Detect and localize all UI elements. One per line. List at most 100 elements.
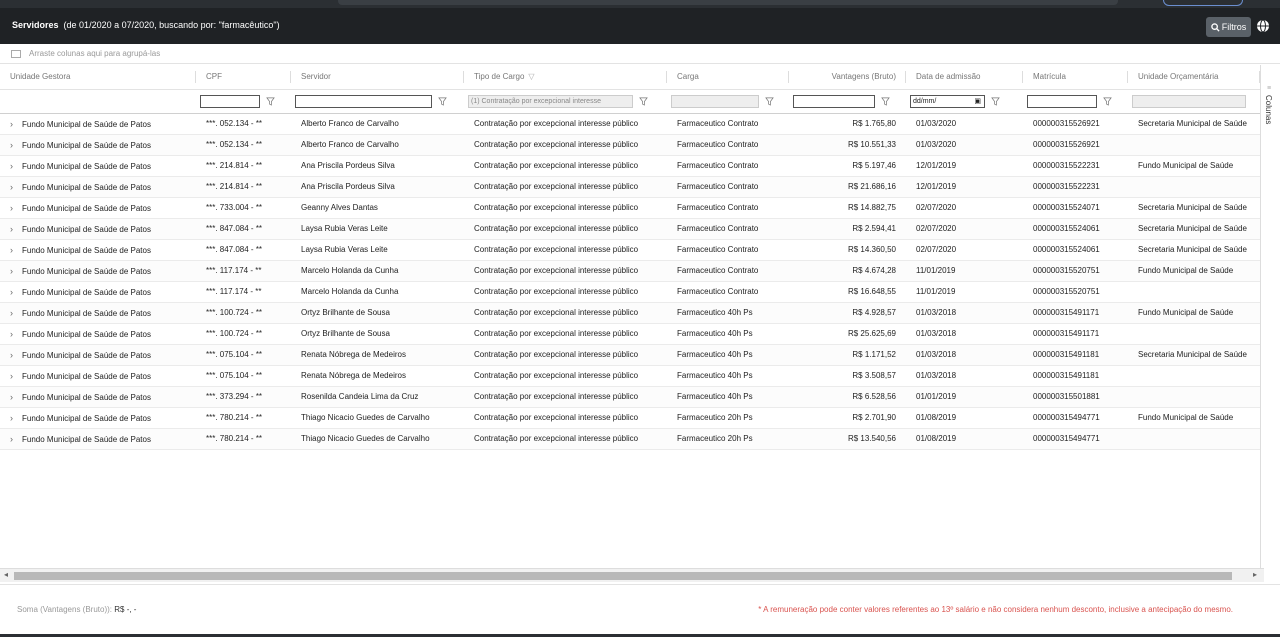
funnel-icon[interactable] <box>1103 97 1112 106</box>
funnel-icon[interactable] <box>266 97 275 106</box>
table-cell: ***. 100.724 - ** <box>196 302 291 324</box>
browser-top-strip <box>0 0 1280 8</box>
funnel-icon[interactable] <box>991 97 1000 106</box>
filter-input-cpf[interactable] <box>200 94 260 108</box>
column-header[interactable]: Data de admissão <box>906 65 1023 90</box>
calendar-icon[interactable]: ▣ <box>974 96 981 107</box>
chevron-right-icon[interactable]: › <box>10 413 22 423</box>
column-header[interactable]: Matrícula <box>1023 65 1128 90</box>
table-row[interactable]: › Fundo Municipal de Saúde de Patos ***. 1… <box>0 260 1260 282</box>
chevron-right-icon[interactable]: › <box>10 329 22 339</box>
table-cell: Fundo Municipal de Saúde <box>1128 260 1260 282</box>
funnel-icon[interactable]: ▽ <box>528 72 534 81</box>
chevron-right-icon[interactable]: › <box>10 161 22 171</box>
table-row[interactable]: › Fundo Municipal de Saúde de Patos ***. 1… <box>0 281 1260 303</box>
chevron-right-icon[interactable]: › <box>10 434 22 444</box>
table-cell: 11/01/2019 <box>906 281 1023 303</box>
table-cell: Contratação por excepcional interesse pú… <box>464 155 667 177</box>
page-header: Servidores (de 01/2020 a 07/2020, buscan… <box>0 8 1280 44</box>
table-cell: 000000315491181 <box>1023 365 1128 387</box>
table-cell: Farmaceutico 40h Ps <box>667 386 789 408</box>
funnel-icon[interactable] <box>881 97 890 106</box>
column-header[interactable]: Carga <box>667 65 789 90</box>
browser-search-bar[interactable] <box>338 0 1118 5</box>
scroll-left-icon[interactable]: ◂ <box>4 570 8 579</box>
table-cell: Laysa Rubia Veras Leite <box>291 218 464 240</box>
table-row[interactable]: › Fundo Municipal de Saúde de Patos ***. 0… <box>0 113 1260 135</box>
chevron-right-icon[interactable]: › <box>10 245 22 255</box>
table-row[interactable]: › Fundo Municipal de Saúde de Patos ***. 3… <box>0 386 1260 408</box>
filter-input-matricula[interactable] <box>1027 94 1097 108</box>
table-cell: › Fundo Municipal de Saúde de Patos <box>0 386 196 408</box>
column-header[interactable]: Unidade Gestora <box>0 65 196 90</box>
chevron-right-icon[interactable]: › <box>10 287 22 297</box>
table-row[interactable]: › Fundo Municipal de Saúde de Patos ***. 2… <box>0 176 1260 198</box>
chevron-right-icon[interactable]: › <box>10 224 22 234</box>
table-row[interactable]: › Fundo Municipal de Saúde de Patos ***. 0… <box>0 344 1260 366</box>
table-row[interactable]: › Fundo Municipal de Saúde de Patos ***. 7… <box>0 407 1260 429</box>
filter-input-vantagens[interactable] <box>793 94 875 108</box>
filter-input-servidor[interactable] <box>295 94 432 108</box>
column-header[interactable]: Vantagens (Bruto) <box>789 65 906 90</box>
chevron-right-icon[interactable]: › <box>10 371 22 381</box>
filter-row: (1) Contratação por excepcional interess… <box>0 89 1260 114</box>
chevron-right-icon[interactable]: › <box>10 308 22 318</box>
table-cell: 000000315526921 <box>1023 113 1128 135</box>
filter-select-carga[interactable] <box>671 94 759 108</box>
chevron-right-icon[interactable]: › <box>10 182 22 192</box>
table-cell: R$ 14.882,75 <box>789 197 906 219</box>
chevron-right-icon[interactable]: › <box>10 140 22 150</box>
table-cell: R$ 1.171,52 <box>789 344 906 366</box>
table-cell: Laysa Rubia Veras Leite <box>291 239 464 261</box>
group-drop-zone[interactable]: Arraste colunas aqui para agrupá-las <box>0 44 1280 64</box>
table-cell: 12/01/2019 <box>906 176 1023 198</box>
table-cell: Farmaceutico Contrato <box>667 176 789 198</box>
table-cell: 11/01/2019 <box>906 260 1023 282</box>
column-header[interactable]: Unidade Orçamentária <box>1128 65 1260 90</box>
filter-select-unidade-orcamentaria[interactable] <box>1132 94 1246 108</box>
table-cell: 01/03/2020 <box>906 113 1023 135</box>
table-cell: Farmaceutico 40h Ps <box>667 302 789 324</box>
table-row[interactable]: › Fundo Municipal de Saúde de Patos ***. 1… <box>0 323 1260 345</box>
table-cell: R$ 16.648,55 <box>789 281 906 303</box>
column-header[interactable]: Tipo de Cargo ▽ <box>464 65 667 90</box>
filter-select-tipo-de-cargo[interactable]: (1) Contratação por excepcional interess… <box>468 94 633 108</box>
column-header[interactable]: Servidor <box>291 65 464 90</box>
chevron-right-icon[interactable]: › <box>10 203 22 213</box>
column-header[interactable]: CPF <box>196 65 291 90</box>
table-cell: 02/07/2020 <box>906 218 1023 240</box>
chevron-right-icon[interactable]: › <box>10 350 22 360</box>
chevron-right-icon[interactable]: › <box>10 119 22 129</box>
grid-panel: Arraste colunas aqui para agrupá-las Uni… <box>0 44 1280 637</box>
remuneration-note: * A remuneração pode conter valores refe… <box>758 605 1233 614</box>
scroll-right-icon[interactable]: ▸ <box>1253 570 1257 579</box>
columns-tab-label[interactable]: Colunas <box>1264 95 1273 124</box>
globe-icon[interactable] <box>1256 19 1270 33</box>
table-row[interactable]: › Fundo Municipal de Saúde de Patos ***. 0… <box>0 134 1260 156</box>
browser-top-button[interactable] <box>1163 0 1243 6</box>
table-row[interactable]: › Fundo Municipal de Saúde de Patos ***. 8… <box>0 218 1260 240</box>
table-row[interactable]: › Fundo Municipal de Saúde de Patos ***. 7… <box>0 197 1260 219</box>
table-cell: 000000315522231 <box>1023 155 1128 177</box>
table-cell: ***. 052.134 - ** <box>196 134 291 156</box>
filtros-button[interactable]: Filtros <box>1206 17 1251 37</box>
table-row[interactable]: › Fundo Municipal de Saúde de Patos ***. 1… <box>0 302 1260 324</box>
table-row[interactable]: › Fundo Municipal de Saúde de Patos ***. 8… <box>0 239 1260 261</box>
filter-date-admissao[interactable]: dd/mm/ ▣ <box>910 94 985 108</box>
horizontal-scrollbar[interactable]: ◂ ▸ <box>0 568 1264 582</box>
chevron-right-icon[interactable]: › <box>10 392 22 402</box>
funnel-icon[interactable] <box>438 97 447 106</box>
table-row[interactable]: › Fundo Municipal de Saúde de Patos ***. 2… <box>0 155 1260 177</box>
table-cell: Renata Nóbrega de Medeiros <box>291 365 464 387</box>
table-cell: ***. 214.814 - ** <box>196 176 291 198</box>
scrollbar-thumb[interactable] <box>14 572 1232 580</box>
table-row[interactable]: › Fundo Municipal de Saúde de Patos ***. 7… <box>0 428 1260 450</box>
chevron-right-icon[interactable]: › <box>10 266 22 276</box>
table-cell: › Fundo Municipal de Saúde de Patos <box>0 218 196 240</box>
table-row[interactable]: › Fundo Municipal de Saúde de Patos ***. 0… <box>0 365 1260 387</box>
funnel-icon[interactable] <box>639 97 648 106</box>
table-cell: R$ 5.197,46 <box>789 155 906 177</box>
funnel-icon[interactable] <box>765 97 774 106</box>
columns-side-panel[interactable]: ≡ Colunas <box>1260 65 1280 568</box>
filter-cell-unidade-orcamentaria <box>1128 89 1260 114</box>
